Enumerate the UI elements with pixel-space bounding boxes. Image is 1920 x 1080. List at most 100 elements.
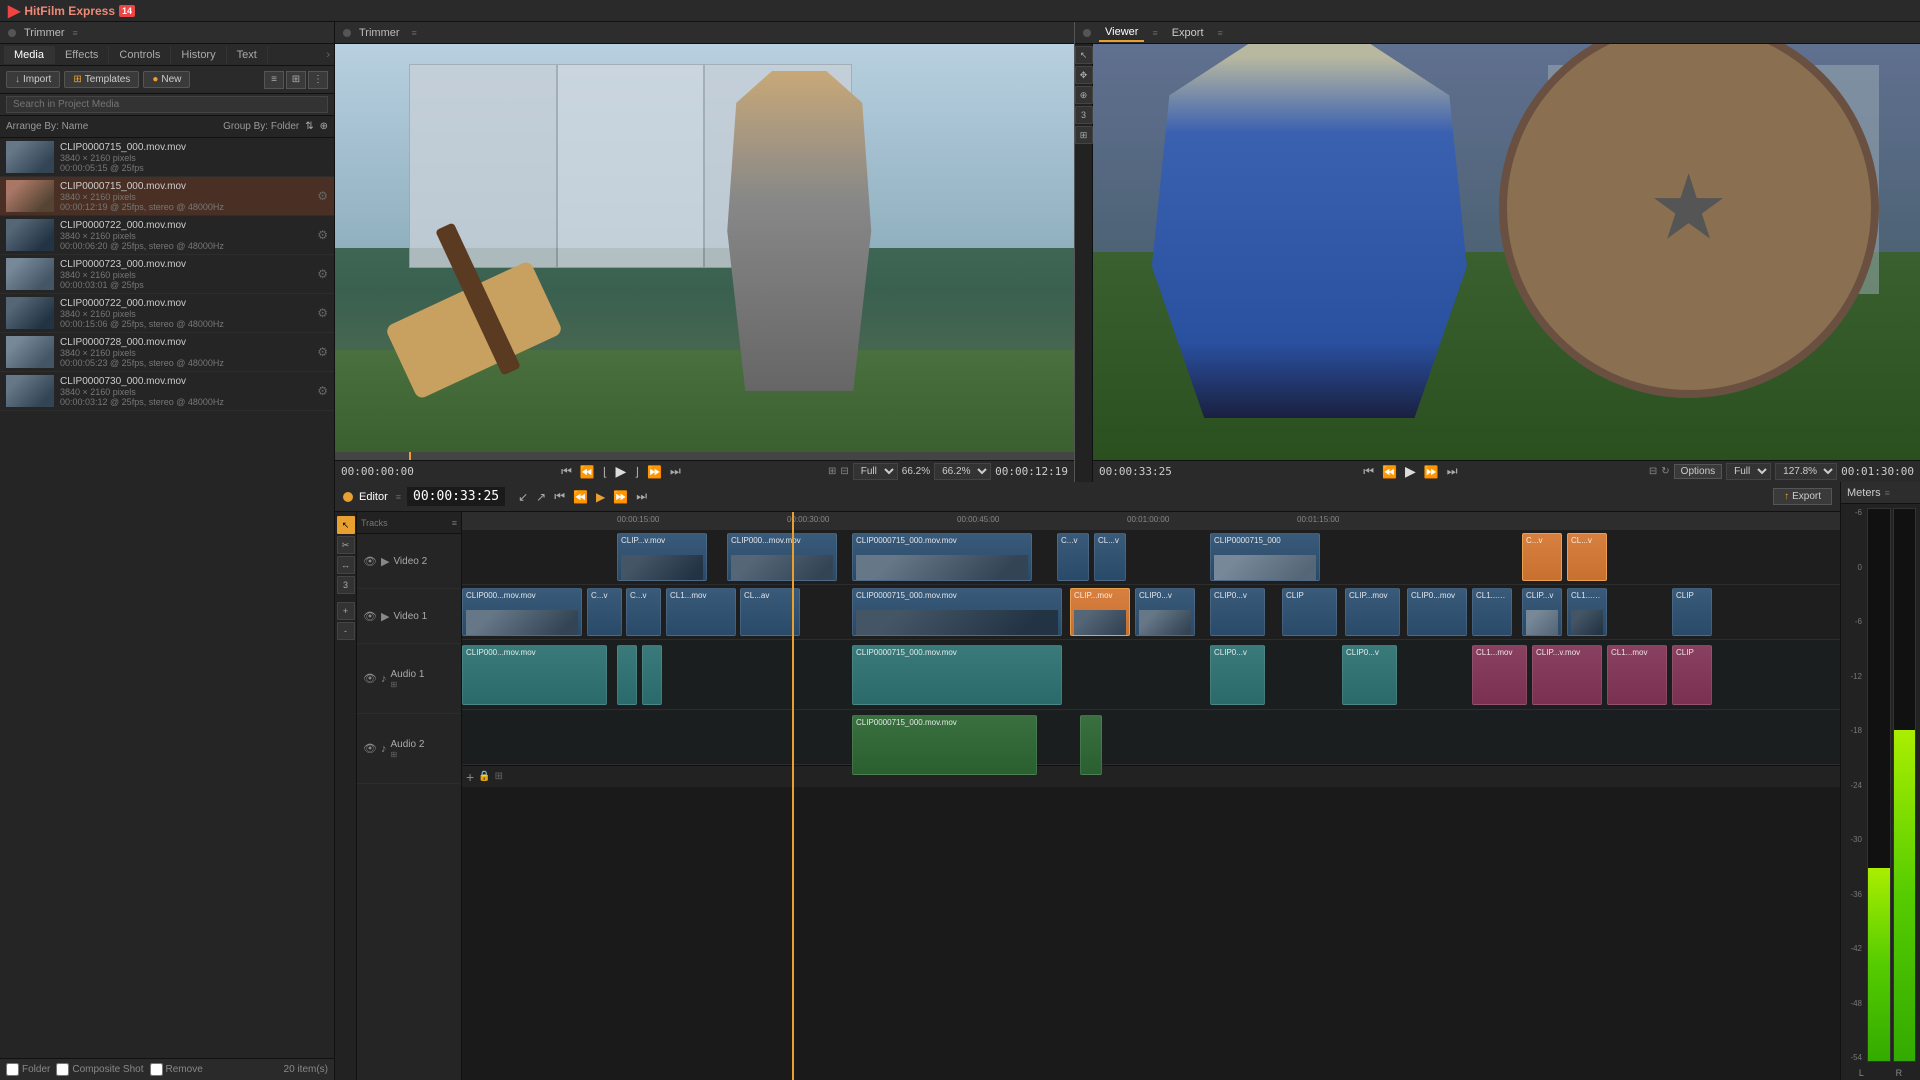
track-visibility-icon[interactable]: 👁	[363, 672, 377, 685]
viewer-loop-icon[interactable]: ↻	[1661, 466, 1669, 477]
clip-video2-2[interactable]: CLIP000...mov.mov	[727, 533, 837, 581]
viewer-options-button[interactable]: Options	[1674, 464, 1722, 479]
media-item[interactable]: CLIP0000722_000.mov.mov 3840 × 2160 pixe…	[0, 294, 334, 333]
editor-btn-icon1[interactable]: ↙	[515, 487, 531, 506]
clip-audio1-10[interactable]: CLIP	[1672, 645, 1712, 705]
tab-media[interactable]: Media	[4, 46, 55, 64]
viewer-quality-select[interactable]: Full	[1726, 463, 1771, 480]
media-item[interactable]: CLIP0000728_000.mov.mov 3840 × 2160 pixe…	[0, 333, 334, 372]
clip-audio2-2[interactable]	[1080, 715, 1102, 775]
media-item[interactable]: CLIP0000723_000.mov.mov 3840 × 2160 pixe…	[0, 255, 334, 294]
clip-video2-3[interactable]: CLIP0000715_000.mov.mov	[852, 533, 1032, 581]
clip-video1-6[interactable]: CLIP0000715_000.mov.mov	[852, 588, 1062, 636]
viewer-tab[interactable]: Viewer	[1099, 24, 1144, 42]
tool-select[interactable]: ↖	[337, 516, 355, 534]
clip-video1-1[interactable]: CLIP000...mov.mov	[462, 588, 582, 636]
viewer-forward-button[interactable]: ⏩	[1421, 462, 1442, 481]
clip-audio2-1[interactable]: CLIP0000715_000.mov.mov	[852, 715, 1037, 775]
clip-video1-7[interactable]: CLIP0...v	[1135, 588, 1195, 636]
viewer-next-button[interactable]: ⏭	[1444, 462, 1461, 481]
clip-audio1-4[interactable]: CLIP0000715_000.mov.mov	[852, 645, 1062, 705]
folder-check[interactable]	[6, 1063, 19, 1076]
viewer-tool-extra[interactable]: ⊞	[1075, 126, 1093, 144]
tool-3d[interactable]: 3	[337, 576, 355, 594]
clip-video2-4[interactable]: C...v	[1057, 533, 1089, 581]
clip-audio1-1[interactable]: CLIP000...mov.mov	[462, 645, 607, 705]
viewer-tool-zoom[interactable]: ⊕	[1075, 86, 1093, 104]
remove-check[interactable]	[150, 1063, 163, 1076]
viewer-tool-3d[interactable]: 3	[1075, 106, 1093, 124]
clip-video2-6[interactable]: CLIP0000715_000	[1210, 533, 1320, 581]
tab-history[interactable]: History	[171, 46, 226, 64]
trimmer-mark-in-button[interactable]: ⌊	[600, 462, 611, 481]
clip-audio1-2[interactable]	[617, 645, 637, 705]
editor-play-btn[interactable]: ▶	[593, 487, 608, 506]
trimmer-insert-icon[interactable]: ⊞	[828, 466, 836, 477]
viewer-snapshot-icon[interactable]: ⊟	[1649, 466, 1657, 477]
more-options-button[interactable]: ⋮	[308, 71, 328, 89]
timeline-ruler[interactable]: 00:00:15:00 00:00:30:00 00:00:45:00 00:0…	[462, 512, 1840, 530]
templates-button[interactable]: ⊞ Templates	[64, 71, 139, 88]
viewer-tool-select[interactable]: ↖	[1075, 46, 1093, 64]
editor-next-btn[interactable]: ⏭	[633, 487, 650, 506]
clip-video2-5[interactable]: CL...v	[1094, 533, 1126, 581]
media-settings-icon[interactable]: ⚙	[317, 267, 328, 281]
clip-audio1-8[interactable]: CLIP...v.mov	[1532, 645, 1602, 705]
tool-cut[interactable]: ✂	[337, 536, 355, 554]
clip-audio1-6[interactable]: CLIP0...v	[1342, 645, 1397, 705]
grid-view-button[interactable]: ⊞	[286, 71, 306, 89]
export-tab[interactable]: Export	[1166, 25, 1210, 41]
clip-video1-selected[interactable]: CLIP...mov	[1070, 588, 1130, 636]
trimmer-rewind-button[interactable]: ⏪	[577, 462, 598, 481]
composite-shot-checkbox[interactable]: Composite Shot	[56, 1063, 143, 1076]
tab-text[interactable]: Text	[227, 46, 268, 64]
add-track-button[interactable]: +	[466, 769, 474, 785]
viewer-zoom-select[interactable]: 127.8%	[1775, 463, 1837, 480]
clip-video1-13[interactable]: CLIP...v	[1522, 588, 1562, 636]
clip-video1-4[interactable]: CL1...mov	[666, 588, 736, 636]
lock-icon[interactable]: 🔒	[478, 771, 490, 782]
viewer-prev-button[interactable]: ⏮	[1360, 462, 1377, 481]
new-button[interactable]: ● New	[143, 71, 190, 88]
composite-shot-check[interactable]	[56, 1063, 69, 1076]
audio-settings-icon[interactable]: ⊞	[495, 771, 503, 782]
trimmer-prev-frame-button[interactable]: ⏮	[558, 462, 575, 481]
clip-video1-14[interactable]: CL1...mov	[1567, 588, 1607, 636]
meters-menu-icon[interactable]: ≡	[1885, 488, 1890, 498]
media-item[interactable]: CLIP0000730_000.mov.mov 3840 × 2160 pixe…	[0, 372, 334, 411]
clip-video1-15[interactable]: CLIP	[1672, 588, 1712, 636]
clip-video1-9[interactable]: CLIP	[1282, 588, 1337, 636]
media-settings-icon[interactable]: ⚙	[317, 228, 328, 242]
media-item[interactable]: CLIP0000715_000.mov.mov 3840 × 2160 pixe…	[0, 177, 334, 216]
track-visibility-icon[interactable]: 👁	[363, 555, 377, 568]
sort-options-icon[interactable]: ⇅	[305, 121, 313, 132]
track-visibility-icon[interactable]: 👁	[363, 610, 377, 623]
list-view-button[interactable]: ≡	[264, 71, 284, 89]
trimmer-zoom-select[interactable]: 66.2%	[934, 463, 991, 480]
viewer-play-button[interactable]: ▶	[1402, 462, 1419, 481]
viewer-rewind-button[interactable]: ⏪	[1379, 462, 1400, 481]
media-item[interactable]: CLIP0000722_000.mov.mov 3840 × 2160 pixe…	[0, 216, 334, 255]
trimmer-play-button[interactable]: ▶	[613, 462, 630, 481]
tracks-scroll-area[interactable]: CLIP...v.mov CLIP000...mov.mov CLIP00007…	[462, 530, 1840, 1080]
tracks-menu-icon[interactable]: ≡	[452, 518, 457, 528]
clip-video2-1[interactable]: CLIP...v.mov	[617, 533, 707, 581]
trimmer-overwrite-icon[interactable]: ⊟	[840, 466, 848, 477]
clip-video1-5[interactable]: CL...av	[740, 588, 800, 636]
clip-video1-12[interactable]: CL1...mov	[1472, 588, 1512, 636]
tab-effects[interactable]: Effects	[55, 46, 109, 64]
editor-rewind-btn[interactable]: ⏪	[570, 487, 591, 506]
clip-video2-selected2[interactable]: CL...v	[1567, 533, 1607, 581]
tool-slip[interactable]: ↔	[337, 556, 355, 574]
trimmer-scrubber[interactable]	[335, 452, 1074, 460]
trimmer-menu-icon[interactable]: ≡	[73, 28, 78, 38]
tool-add[interactable]: +	[337, 602, 355, 620]
media-settings-icon[interactable]: ⚙	[317, 306, 328, 320]
search-input[interactable]	[6, 96, 328, 113]
trimmer-panel-menu-icon[interactable]: ≡	[412, 28, 417, 38]
editor-forward-btn[interactable]: ⏩	[610, 487, 631, 506]
export-menu-icon[interactable]: ≡	[1218, 28, 1223, 38]
remove-checkbox[interactable]: Remove	[150, 1063, 203, 1076]
editor-prev-btn[interactable]: ⏮	[551, 487, 568, 506]
clip-audio1-9[interactable]: CL1...mov	[1607, 645, 1667, 705]
